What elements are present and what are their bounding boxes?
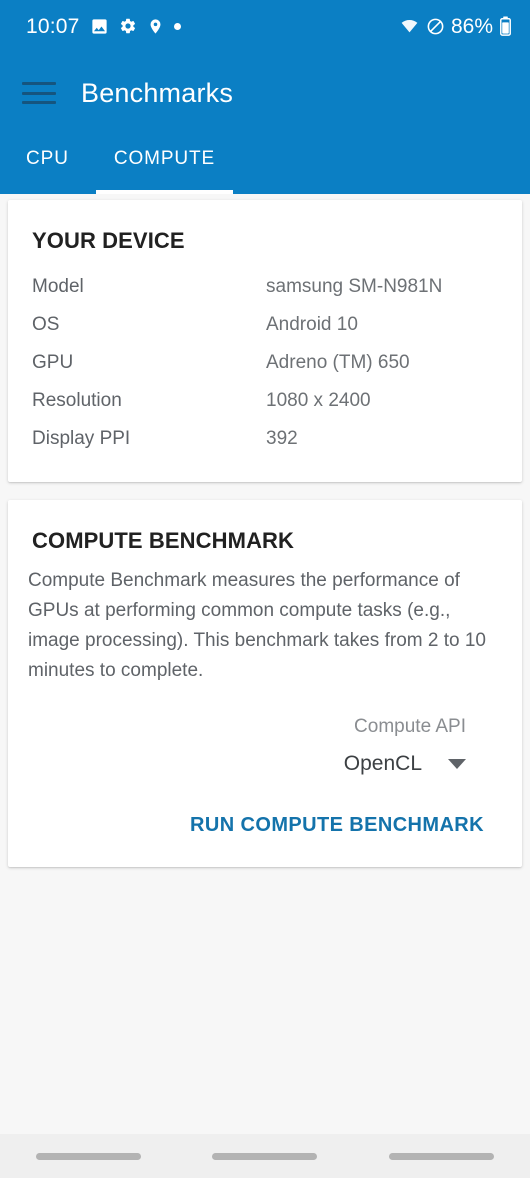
recents-pill[interactable] (35, 1152, 141, 1160)
app-bar: Benchmarks CPU COMPUTE (0, 52, 530, 194)
device-info-table: Model samsung SM-N981N OS Android 10 GPU… (8, 260, 522, 482)
status-bar-clock: 10:07 (26, 14, 80, 38)
app-window: 10:07 86% Benchmarks CPU COMPUTE YOUR DE… (0, 0, 530, 1178)
table-row: Model samsung SM-N981N (8, 268, 522, 306)
image-icon (90, 17, 109, 36)
table-row: Display PPI 392 (8, 420, 522, 458)
device-row-label: Resolution (32, 390, 122, 411)
device-row-value: samsung SM-N981N (266, 276, 443, 297)
location-pin-icon (147, 17, 164, 36)
compute-benchmark-description: Compute Benchmark measures the performan… (28, 570, 486, 681)
table-row: OS Android 10 (8, 306, 522, 344)
home-pill[interactable] (212, 1152, 318, 1160)
compute-benchmark-card: COMPUTE BENCHMARK Compute Benchmark meas… (8, 500, 522, 867)
hamburger-line (22, 101, 56, 104)
tab-cpu[interactable]: CPU (26, 134, 69, 194)
app-bar-top-row: Benchmarks (0, 52, 530, 134)
status-bar-right: 86% (399, 16, 512, 37)
your-device-title: YOUR DEVICE (32, 228, 185, 253)
gear-icon (119, 17, 137, 35)
table-row: Resolution 1080 x 2400 (8, 382, 522, 420)
device-row-label: Display PPI (32, 428, 131, 449)
system-navigation-bar (0, 1134, 530, 1178)
do-not-disturb-icon (426, 17, 445, 36)
device-row-value: Adreno (TM) 650 (266, 352, 410, 373)
wifi-icon (399, 17, 420, 35)
your-device-card: YOUR DEVICE Model samsung SM-N981N OS An… (8, 200, 522, 482)
compute-api-value: OpenCL (343, 752, 422, 775)
hamburger-menu-icon[interactable] (22, 80, 56, 106)
compute-benchmark-title: COMPUTE BENCHMARK (32, 528, 295, 553)
battery-icon (499, 16, 512, 36)
battery-percent-label: 86% (450, 14, 493, 38)
page-title: Benchmarks (81, 77, 234, 108)
compute-api-label: Compute API (354, 716, 466, 737)
device-row-value: Android 10 (266, 314, 358, 335)
hamburger-line (22, 82, 56, 85)
chevron-down-icon (448, 759, 466, 769)
tab-bar: CPU COMPUTE (0, 134, 530, 194)
back-pill[interactable] (389, 1152, 495, 1160)
content-scroll-area[interactable]: YOUR DEVICE Model samsung SM-N981N OS An… (0, 194, 530, 1134)
run-compute-benchmark-button[interactable]: RUN COMPUTE BENCHMARK (190, 814, 484, 837)
device-row-value: 392 (266, 428, 298, 449)
hamburger-line (22, 91, 56, 95)
device-row-value: 1080 x 2400 (266, 390, 371, 411)
device-row-label: OS (32, 314, 60, 335)
dot-icon (173, 22, 181, 30)
status-bar-left: 10:07 (26, 16, 181, 37)
compute-api-section: Compute API OpenCL (8, 686, 522, 776)
table-row: GPU Adreno (TM) 650 (8, 344, 522, 382)
run-button-row: RUN COMPUTE BENCHMARK (8, 776, 522, 867)
device-row-label: GPU (32, 352, 74, 373)
compute-api-dropdown[interactable]: OpenCL (344, 752, 466, 776)
device-row-label: Model (32, 276, 84, 297)
status-bar: 10:07 86% (0, 0, 530, 52)
tab-compute[interactable]: COMPUTE (95, 134, 234, 194)
